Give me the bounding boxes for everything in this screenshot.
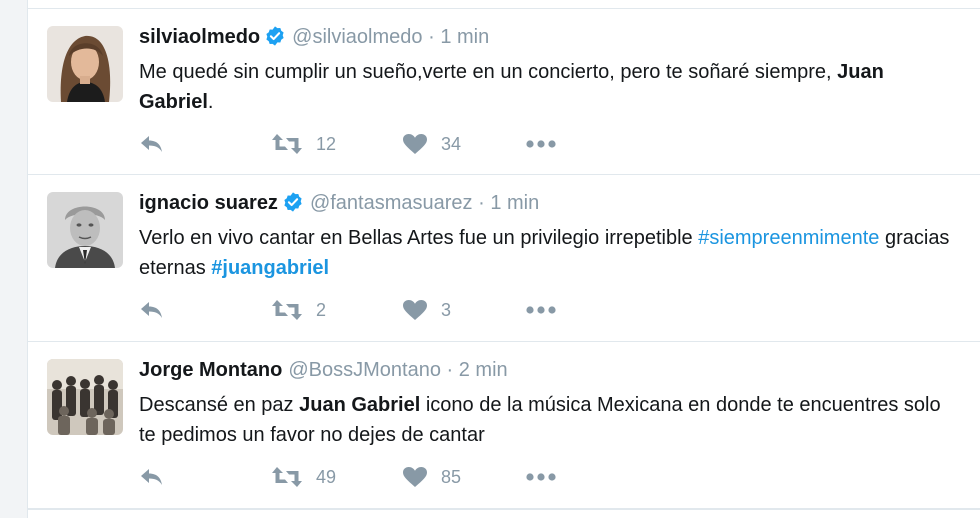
tweet-actions: 12 34 — [139, 132, 639, 156]
separator: · — [446, 359, 454, 381]
tweet-actions: 2 3 — [139, 298, 639, 322]
more-icon — [526, 306, 556, 314]
like-count: 85 — [441, 466, 462, 487]
reply-button[interactable] — [139, 465, 165, 489]
avatar-image — [47, 26, 123, 102]
retweet-icon — [272, 467, 302, 487]
more-button[interactable] — [525, 298, 557, 322]
timestamp[interactable]: 1 min — [490, 192, 539, 214]
display-name[interactable]: ignacio suarez — [139, 192, 278, 214]
retweet-count: 2 — [316, 299, 327, 320]
tweet[interactable]: Jorge Montano @BossJMontano · 2 min Desca… — [28, 342, 980, 509]
tweet-text-segment: Descansé en paz — [139, 394, 300, 416]
handle[interactable]: @fantasmasuarez — [310, 192, 473, 214]
handle[interactable]: @silviaolmedo — [292, 26, 422, 48]
reply-button[interactable] — [139, 298, 165, 322]
retweet-button[interactable]: 12 — [271, 132, 336, 156]
avatar-image — [47, 192, 123, 268]
tweet-text: Descansé en paz Juan Gabriel icono de la… — [139, 390, 959, 450]
reply-icon — [141, 302, 162, 318]
heart-icon — [403, 467, 427, 487]
avatar[interactable] — [47, 26, 123, 102]
display-name[interactable]: Jorge Montano — [139, 359, 282, 381]
retweet-button[interactable]: 2 — [271, 298, 326, 322]
tweet-text-segment: Me quedé sin cumplir un sueño,verte en u… — [139, 61, 838, 83]
like-button[interactable]: 34 — [402, 132, 461, 156]
tweet[interactable]: ignacio suarez @fantasmasuarez · 1 min Ve… — [28, 175, 980, 342]
avatar[interactable] — [47, 359, 123, 435]
retweet-button[interactable]: 49 — [271, 465, 336, 489]
timeline: silviaolmedo @silviaolmedo · 1 min Me que… — [27, 0, 980, 518]
more-button[interactable] — [525, 132, 557, 156]
reply-icon — [141, 136, 162, 152]
like-button[interactable]: 3 — [402, 298, 451, 322]
reply-icon — [141, 469, 162, 485]
avatar[interactable] — [47, 192, 123, 268]
verified-badge-icon — [284, 192, 302, 212]
display-name[interactable]: silviaolmedo — [139, 26, 260, 48]
more-icon — [526, 473, 556, 481]
separator: · — [428, 26, 435, 48]
heart-icon — [403, 300, 427, 320]
like-button[interactable]: 85 — [402, 465, 461, 489]
avatar-image — [47, 359, 123, 435]
tweet-actions: 49 85 — [139, 465, 639, 489]
more-icon — [526, 140, 556, 148]
retweet-count: 12 — [316, 133, 337, 154]
tweet[interactable]: silviaolmedo @silviaolmedo · 1 min Me que… — [28, 9, 980, 175]
handle[interactable]: @BossJMontano — [288, 359, 441, 381]
tweet-header: Jorge Montano @BossJMontano · 2 min — [139, 358, 508, 382]
timestamp[interactable]: 2 min — [459, 359, 508, 381]
mention-text: Juan Gabriel — [299, 394, 421, 416]
hashtag-link[interactable]: #siempreenmimente — [698, 227, 879, 249]
more-button[interactable] — [525, 465, 557, 489]
like-count: 34 — [441, 133, 462, 154]
tweet-header: ignacio suarez @fantasmasuarez · 1 min — [139, 191, 539, 215]
verified-badge-icon — [266, 26, 284, 46]
tweet-header: silviaolmedo @silviaolmedo · 1 min — [139, 25, 489, 49]
retweet-count: 49 — [316, 466, 337, 487]
divider — [28, 509, 980, 510]
tweet-text: Me quedé sin cumplir un sueño,verte en u… — [139, 57, 959, 117]
reply-button[interactable] — [139, 132, 165, 156]
tweet-text-segment: Verlo en vivo cantar en Bellas Artes fue… — [139, 227, 699, 249]
like-count: 3 — [441, 299, 452, 320]
heart-icon — [403, 134, 427, 154]
retweet-icon — [272, 134, 302, 154]
tweet-text-segment: . — [207, 91, 214, 113]
timestamp[interactable]: 1 min — [440, 26, 489, 48]
hashtag-link[interactable]: #juangabriel — [211, 257, 329, 279]
tweet-text: Verlo en vivo cantar en Bellas Artes fue… — [139, 223, 959, 283]
retweet-icon — [272, 300, 302, 320]
separator: · — [478, 192, 485, 214]
